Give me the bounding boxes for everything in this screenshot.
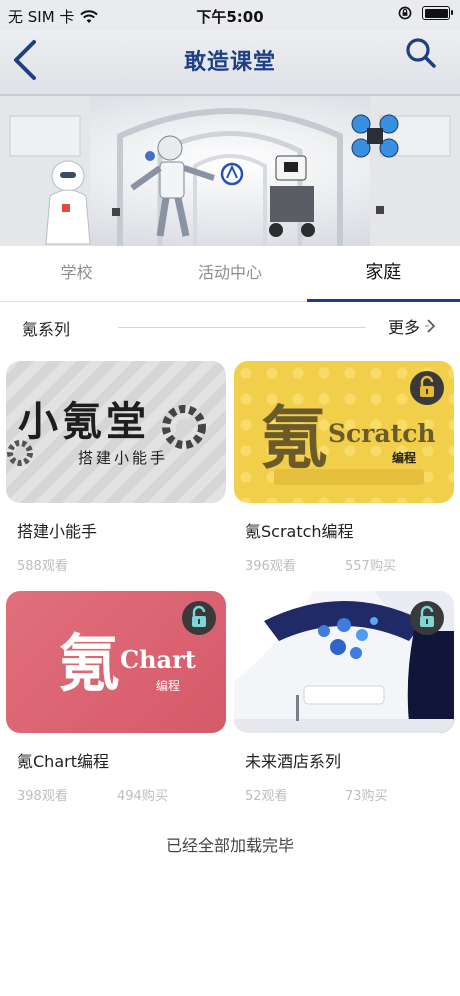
status-right [398, 6, 453, 20]
view-count: 398观看 [17, 789, 68, 804]
course-title: 氪Chart编程 [17, 752, 109, 771]
orientation-lock-icon [398, 6, 412, 20]
banner-image[interactable] [0, 96, 460, 246]
more-label: 更多 [387, 318, 420, 337]
course-card[interactable]: 氪 Chart 编程 氪Chart编程 398观看 494购买 [6, 591, 226, 804]
thumbnail-big-char: 氪 [260, 399, 329, 479]
chevron-right-icon [425, 319, 436, 333]
thumbnail-code-bar [274, 469, 424, 485]
course-stats: 398观看 494购买 [17, 785, 226, 804]
page-title: 敢造课堂 [183, 50, 276, 75]
thumbnail-big-char: 氪 [58, 627, 121, 700]
course-title: 搭建小能手 [17, 522, 98, 541]
thumbnail-small: 编程 [392, 451, 417, 465]
thumbnail-small: 编程 [156, 679, 181, 693]
course-stats: 52观看 73购买 [245, 785, 454, 804]
purchase-count: 494购买 [117, 789, 168, 804]
tab-family[interactable]: 家庭 [306, 248, 460, 302]
course-title: 未来酒店系列 [245, 752, 342, 771]
tab-activity-center[interactable]: 活动中心 [153, 248, 306, 301]
tab-school[interactable]: 学校 [0, 248, 153, 301]
view-count: 588观看 [17, 559, 68, 574]
course-thumbnail: 小氪堂 搭建小能手 [6, 361, 226, 503]
battery-icon [422, 6, 453, 20]
purchase-count: 557购买 [345, 559, 396, 574]
section-divider [118, 327, 366, 328]
course-thumbnail: 氪 Chart 编程 [6, 591, 226, 733]
section-header: 氪系列 更多 [22, 314, 438, 342]
course-thumbnail [234, 591, 454, 733]
lock-icon [410, 371, 444, 405]
thumbnail-word: Scratch [328, 419, 436, 448]
course-card[interactable]: 小氪堂 搭建小能手 搭建小能手 588观看 [6, 361, 226, 574]
course-card[interactable]: 未来酒店系列 52观看 73购买 [234, 591, 454, 804]
course-thumbnail: 氪 Scratch 编程 [234, 361, 454, 503]
purchase-count: 73购买 [345, 789, 388, 804]
thumbnail-sub-text: 搭建小能手 [78, 449, 169, 467]
view-count: 52观看 [245, 789, 288, 804]
status-time: 下午5:00 [196, 8, 264, 26]
lock-icon [182, 601, 216, 635]
search-icon[interactable] [404, 36, 438, 70]
course-card[interactable]: 氪 Scratch 编程 氪Scratch编程 396观看 557购买 [234, 361, 454, 574]
thumbnail-word: Chart [120, 645, 196, 674]
robot-lab-illustration [0, 96, 460, 246]
view-count: 396观看 [245, 559, 296, 574]
course-title: 氪Scratch编程 [245, 522, 354, 541]
lock-icon [410, 601, 444, 635]
course-stats: 396观看 557购买 [245, 555, 454, 574]
thumbnail-big-text: 小氪堂 [18, 398, 150, 445]
status-bar: 无 SIM 卡 下午5:00 [0, 0, 460, 30]
course-stats: 588观看 [17, 555, 226, 574]
more-link[interactable]: 更多 [388, 314, 438, 338]
load-complete-message: 已经全部加载完毕 [165, 836, 294, 855]
nav-bar: 敢造课堂 [0, 30, 460, 96]
section-title: 氪系列 [22, 320, 71, 339]
category-tabs: 学校 活动中心 家庭 [0, 248, 460, 302]
